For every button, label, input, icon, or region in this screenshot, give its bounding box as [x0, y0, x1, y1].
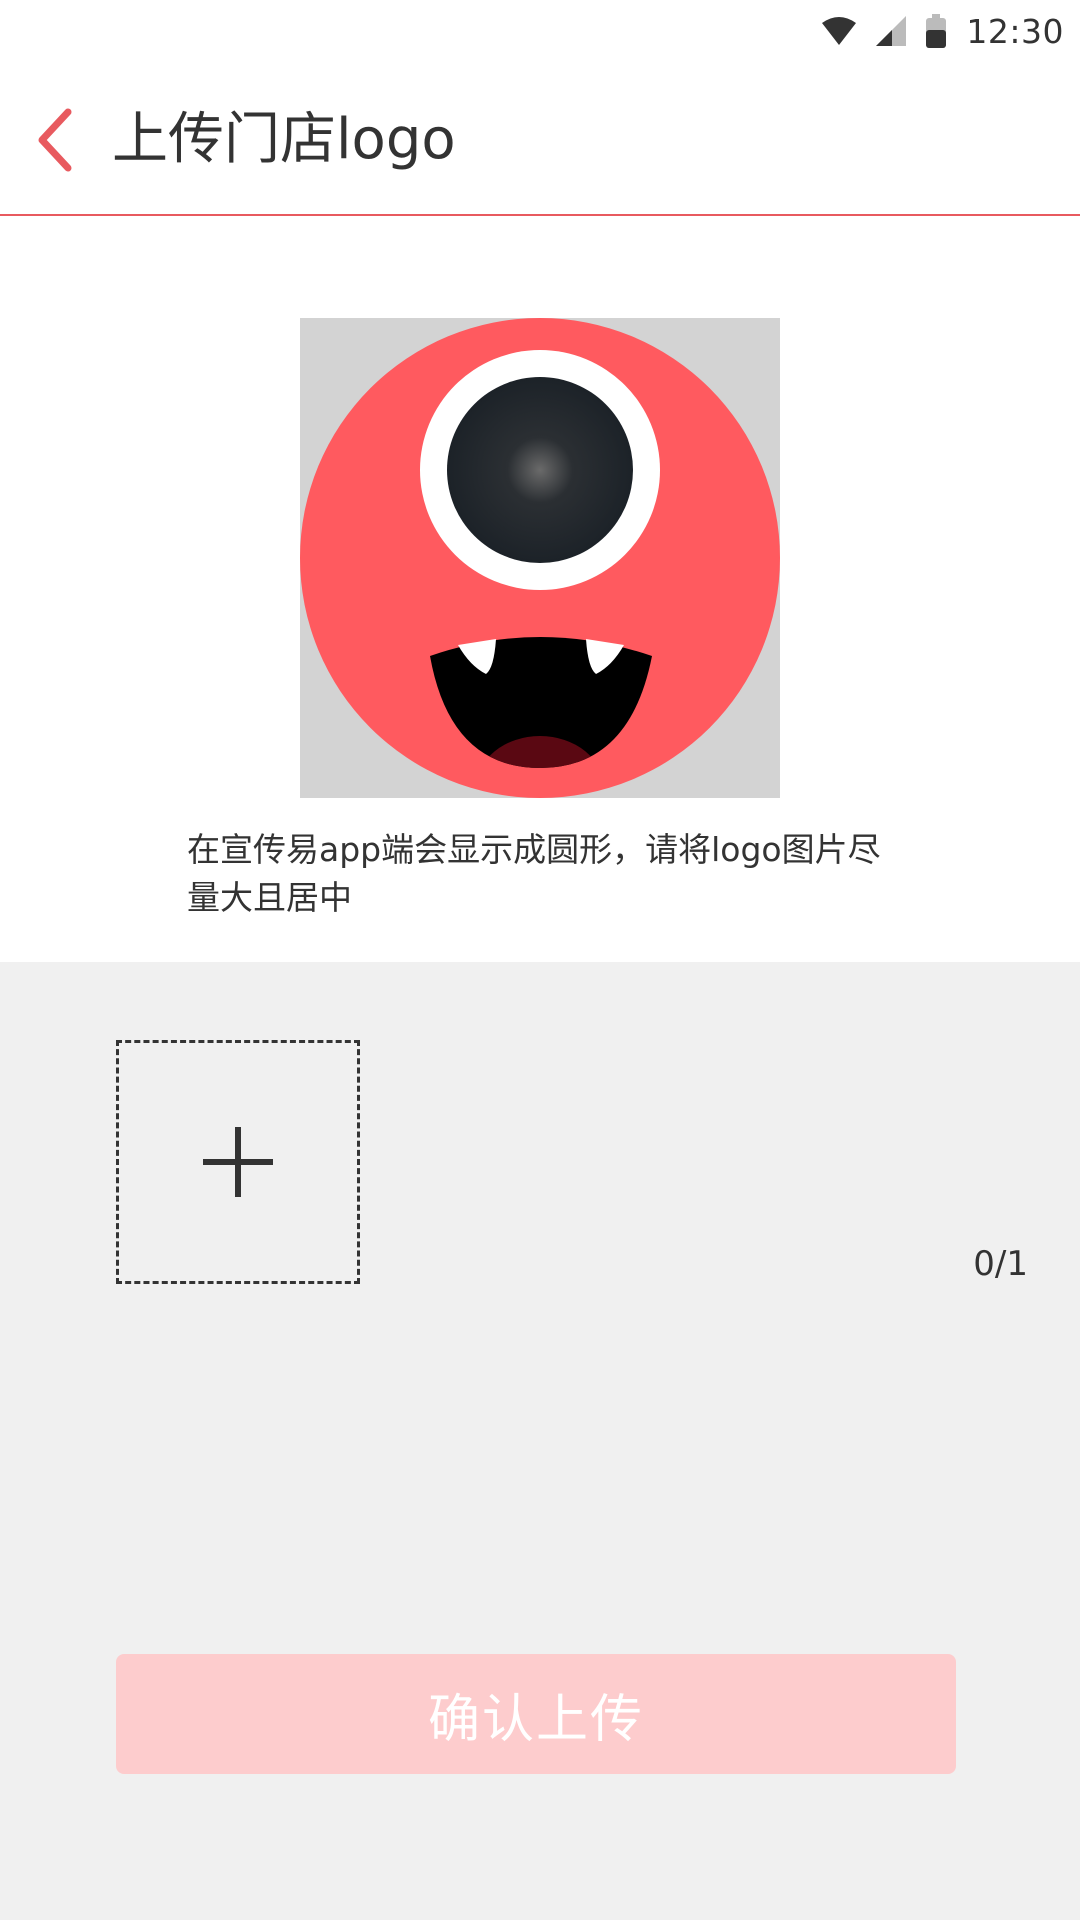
logo-hint-text: 在宣传易app端会显示成圆形，请将logo图片尽量大且居中: [187, 830, 881, 917]
image-count: 0/1: [973, 1244, 1028, 1284]
cell-signal-icon: [876, 16, 907, 46]
upload-section: 0/1 确认上传: [0, 962, 1080, 1920]
logo-preview-section: 在宣传易app端会显示成圆形，请将logo图片尽量大且居中: [0, 216, 1080, 962]
wifi-icon: [822, 17, 857, 45]
page-title: 上传门店logo: [112, 107, 456, 172]
battery-icon: [926, 14, 947, 48]
status-time: 12:30: [966, 11, 1064, 51]
confirm-upload-button[interactable]: 确认上传: [116, 1654, 956, 1774]
add-image-button[interactable]: [116, 1040, 360, 1284]
monster-logo: [300, 318, 780, 798]
back-button[interactable]: [20, 100, 92, 180]
chevron-left-icon: [38, 108, 72, 172]
plus-icon: [203, 1127, 273, 1197]
logo-preview-image: [300, 318, 780, 798]
status-icons: 12:30: [822, 10, 1064, 52]
app-header: 上传门店logo: [0, 62, 1080, 216]
status-bar: 12:30: [0, 0, 1080, 62]
